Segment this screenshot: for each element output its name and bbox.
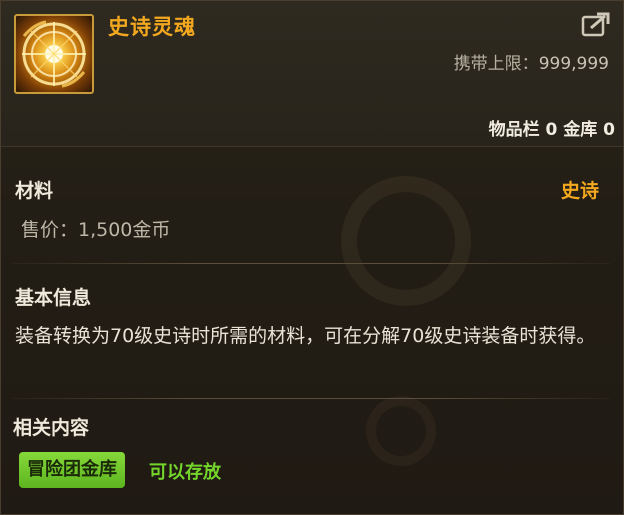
epic-soul-icon <box>22 20 86 88</box>
item-type-label: 材料 <box>15 180 54 202</box>
share-button[interactable] <box>581 11 611 39</box>
background-emblem-small <box>366 396 436 466</box>
storage-status: 可以存放 <box>149 462 221 483</box>
share-icon <box>581 12 610 37</box>
tooltip-header: 史诗灵魂 携带上限：999,999 物品栏 0 金库 0 <box>1 1 623 147</box>
storage-tag: 冒险团金库 <box>19 452 125 488</box>
item-description: 装备转换为70级史诗时所需的材料，可在分解70级史诗装备时获得。 <box>15 325 596 347</box>
carry-limit-label: 携带上限： <box>453 54 539 74</box>
carry-limit-value: 999,999 <box>538 54 609 74</box>
inventory-count: 物品栏 0 金库 0 <box>488 120 615 140</box>
item-name: 史诗灵魂 <box>108 15 196 39</box>
background-emblem <box>341 176 471 306</box>
item-tooltip: 史诗灵魂 携带上限：999,999 物品栏 0 金库 0 材料 史诗 售价：1,… <box>0 0 624 515</box>
section-divider <box>11 398 611 399</box>
rarity-label: 史诗 <box>560 180 599 202</box>
carry-limit: 携带上限：999,999 <box>454 49 609 74</box>
basic-info-title: 基本信息 <box>15 287 92 309</box>
section-divider <box>11 263 611 264</box>
item-icon-frame <box>14 14 94 94</box>
sell-price: 售价：1,500金币 <box>21 219 171 241</box>
related-content-title: 相关内容 <box>13 417 90 439</box>
